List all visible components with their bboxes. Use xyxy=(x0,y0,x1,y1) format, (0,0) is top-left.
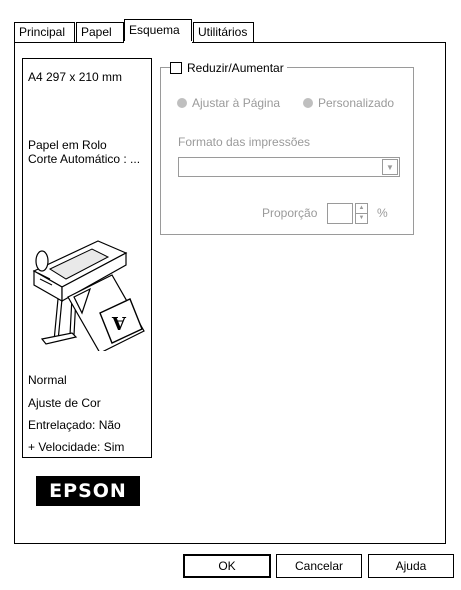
epson-logo: EPSON xyxy=(36,476,140,506)
cancel-button[interactable]: Cancelar xyxy=(276,554,362,578)
fit-page-radio[interactable]: Ajustar à Página xyxy=(177,96,280,110)
paper-source-text: Papel em Rolo xyxy=(28,138,107,152)
interleave-text: Entrelaçado: Não xyxy=(28,418,121,432)
reduce-enlarge-checkbox-row[interactable]: Reduzir/Aumentar xyxy=(170,60,287,76)
proportion-input[interactable] xyxy=(327,203,353,224)
settings-preview-panel: A4 297 x 210 mm Papel em Rolo Corte Auto… xyxy=(22,58,152,458)
radio-icon xyxy=(177,98,187,108)
tab-principal[interactable]: Principal xyxy=(14,22,75,42)
auto-cut-text: Corte Automático : ... xyxy=(28,152,141,166)
svg-text:A: A xyxy=(111,312,127,333)
reduce-enlarge-checkbox[interactable] xyxy=(170,62,182,74)
output-format-label: Formato das impressões xyxy=(178,135,311,149)
spin-down-icon[interactable]: ▼ xyxy=(356,214,367,223)
reduce-enlarge-label[interactable]: Reduzir/Aumentar xyxy=(187,61,284,75)
percent-symbol: % xyxy=(377,206,388,220)
active-tab-join xyxy=(124,41,192,44)
paper-size-text: A4 297 x 210 mm xyxy=(28,70,123,84)
output-format-dropdown[interactable]: ▼ xyxy=(178,157,400,177)
spin-up-icon[interactable]: ▲ xyxy=(356,204,367,214)
fit-page-label: Ajustar à Página xyxy=(192,96,281,110)
help-button[interactable]: Ajuda xyxy=(368,554,454,578)
custom-radio[interactable]: Personalizado xyxy=(303,96,394,110)
color-adjust-text: Ajuste de Cor xyxy=(28,396,101,410)
ok-button[interactable]: OK xyxy=(183,554,271,578)
custom-label: Personalizado xyxy=(318,96,395,110)
speed-text: + Velocidade: Sim xyxy=(28,440,125,454)
chevron-down-icon[interactable]: ▼ xyxy=(382,159,398,175)
print-mode-text: Normal xyxy=(28,373,67,387)
large-format-printer-icon: A xyxy=(32,240,145,351)
tab-esquema[interactable]: Esquema xyxy=(124,19,192,43)
proportion-stepper[interactable]: ▲ ▼ xyxy=(355,203,368,224)
radio-icon xyxy=(303,98,313,108)
proportion-label: Proporção xyxy=(262,206,318,220)
tab-utilitarios[interactable]: Utilitários xyxy=(193,22,254,42)
tab-papel[interactable]: Papel xyxy=(76,22,124,42)
